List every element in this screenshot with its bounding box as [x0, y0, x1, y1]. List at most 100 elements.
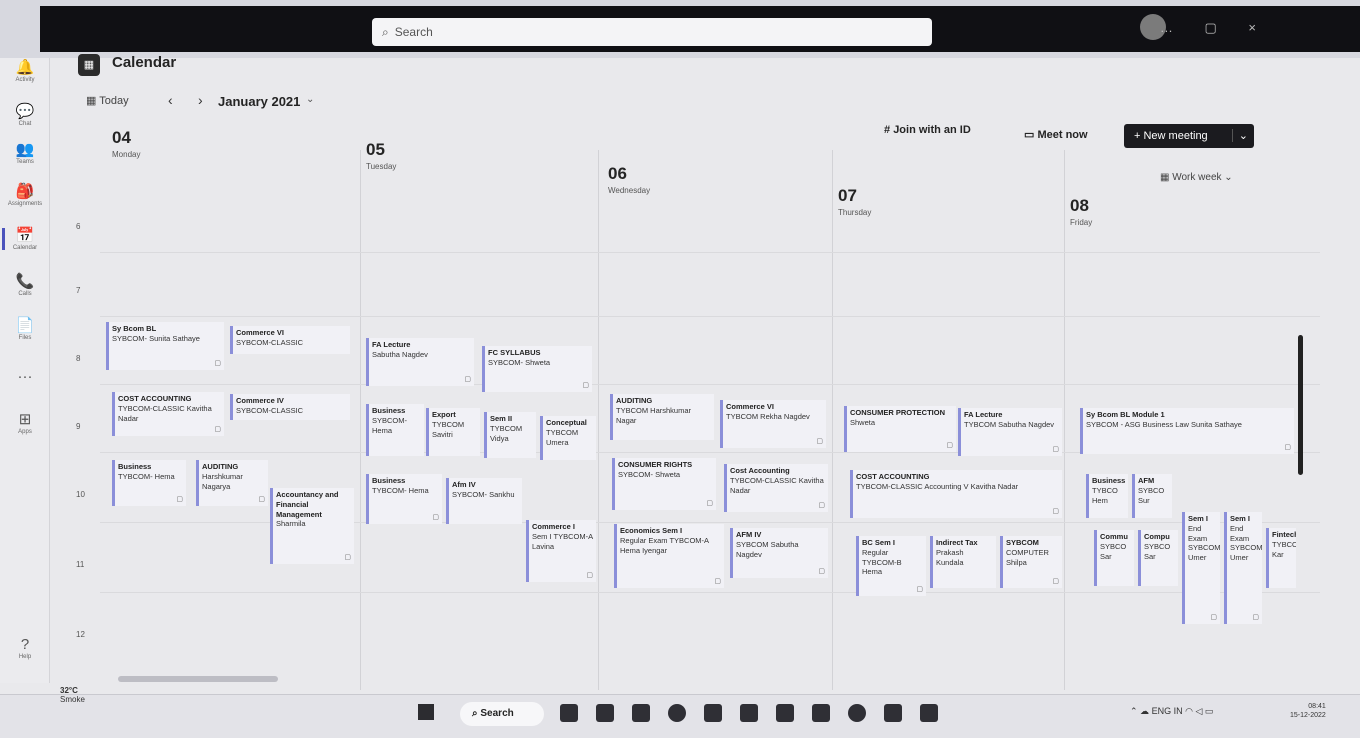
- view-switcher[interactable]: ▦ Work week ⌄: [1160, 172, 1233, 183]
- calendar-event[interactable]: Compu SYBCO Sar: [1138, 530, 1178, 586]
- calendar-event[interactable]: Commerce IV SYBCOM-CLASSIC: [230, 394, 350, 420]
- calendar-event[interactable]: Business TYBCOM- Hema ▢: [366, 474, 442, 524]
- window-controls[interactable]: … ▢ ×: [1160, 20, 1270, 36]
- day-header-friday[interactable]: 08 Friday: [1070, 196, 1092, 227]
- calendar-event[interactable]: Business SYBCOM- Hema: [366, 404, 424, 456]
- calendar-event[interactable]: AFM SYBCO Sur: [1132, 474, 1172, 518]
- teams-taskbar-icon[interactable]: [596, 704, 614, 722]
- calendar-event[interactable]: Accountancy and Financial Management Shar…: [270, 488, 354, 564]
- rail-item-calls[interactable]: 📞 Calls: [0, 272, 50, 297]
- horizontal-scrollbar[interactable]: [118, 676, 278, 682]
- day-header-thursday[interactable]: 07 Thursday: [838, 186, 871, 217]
- calendar-event[interactable]: FC SYLLABUS SYBCOM- Shweta ▢: [482, 346, 592, 392]
- calendar-event[interactable]: FA Lecture TYBCOM Sabutha Nagdev ▢: [958, 408, 1062, 456]
- event-title: AUDITING: [616, 396, 653, 405]
- calendar-event[interactable]: Indirect Tax Prakash Kundala: [930, 536, 996, 588]
- calendar-event[interactable]: AUDITING Harshkumar Nagarya ▢: [196, 460, 268, 506]
- event-title: Sy Bcom BL Module 1: [1086, 410, 1165, 419]
- taskbar-search-button[interactable]: ⌕ Search: [460, 702, 544, 726]
- calendar-event[interactable]: Sy Bcom BL Module 1 SYBCOM - ASG Business…: [1080, 408, 1294, 454]
- windows-start-icon[interactable]: [418, 704, 434, 720]
- calendar-event[interactable]: FintechTYBCOM Kar: [1266, 528, 1296, 588]
- calendar-event[interactable]: FA Lecture Sabutha Nagdev ▢: [366, 338, 474, 386]
- event-title: Afm IV: [452, 480, 476, 489]
- rail-item-apps[interactable]: ⊞ Apps: [0, 410, 50, 435]
- day-header-wednesday[interactable]: 06 Wednesday: [608, 164, 650, 195]
- event-details: End Exam SYBCOM Umer: [1188, 523, 1220, 562]
- event-title: Accountancy and Financial Management: [276, 490, 339, 519]
- event-title: SYBCOM: [1006, 538, 1039, 547]
- recurring-icon: ▢: [582, 381, 589, 389]
- rail-item-more[interactable]: ···: [0, 368, 50, 386]
- calendar-event[interactable]: Sem I End Exam SYBCOM Umer ▢: [1224, 512, 1262, 624]
- day-number: 07: [838, 186, 857, 205]
- calendar-event[interactable]: SYBCOM COMPUTER Shilpa ▢: [1000, 536, 1062, 588]
- app-rail: 🔔 Activity 💬 Chat 👥 Teams 🎒 Assignments 📅 Cal…: [0, 58, 50, 683]
- calendar-event[interactable]: Cost Accounting TYBCOM-CLASSIC Kavitha Na…: [724, 464, 828, 512]
- app-icon[interactable]: [920, 704, 938, 722]
- join-with-id-button[interactable]: # Join with an ID: [884, 124, 971, 136]
- calendar-event[interactable]: Sy Bcom BL SYBCOM- Sunita Sathaye ▢: [106, 322, 224, 370]
- calendar-event[interactable]: Export TYBCOM Savitri: [426, 408, 480, 456]
- calendar-event[interactable]: Commu SYBCO Sar: [1094, 530, 1134, 586]
- calendar-event[interactable]: Economics Sem I Regular Exam TYBCOM-A Hem…: [614, 524, 724, 588]
- app-icon[interactable]: [704, 704, 722, 722]
- store-icon[interactable]: [632, 704, 650, 722]
- calendar-event[interactable]: BC Sem I Regular TYBCOM-B Hema ▢: [856, 536, 926, 596]
- calendar-event[interactable]: Business TYBCOM- Hema ▢: [112, 460, 186, 506]
- system-tray[interactable]: ⌃ ☁ ENG IN ◠ ◁ ▭: [1130, 706, 1213, 717]
- today-button[interactable]: ▦ Today: [86, 94, 129, 107]
- calendar-event[interactable]: CONSUMER PROTECTION Shweta ▢: [844, 406, 956, 452]
- chevron-down-icon[interactable]: ⌄: [306, 94, 314, 105]
- event-title: Sem II: [490, 414, 513, 423]
- chevron-down-icon[interactable]: ⌄: [1231, 129, 1248, 142]
- app-icon[interactable]: [740, 704, 758, 722]
- calendar-event[interactable]: Afm IV SYBCOM- Sankhu: [446, 478, 522, 524]
- cloud-icon: ☁: [1140, 706, 1152, 716]
- event-title: Business: [372, 406, 406, 415]
- weather-temp: 32°C: [60, 686, 78, 695]
- calendar-event[interactable]: Sem I End Exam SYBCOM Umer ▢: [1182, 512, 1220, 624]
- calendar-event[interactable]: Commerce VI TYBCOM Rekha Nagdev ▢: [720, 400, 826, 448]
- rail-label: Assignments: [7, 201, 43, 207]
- calendar-event[interactable]: AUDITING TYBCOM Harshkumar Nagar: [610, 394, 714, 440]
- rail-item-teams[interactable]: 👥 Teams: [0, 140, 50, 165]
- chrome-icon[interactable]: [848, 704, 866, 722]
- rail-item-assignments[interactable]: 🎒 Assignments: [0, 182, 50, 207]
- calendar-event[interactable]: Business TYBCO Hem: [1086, 474, 1128, 518]
- hour-label: 6: [76, 222, 81, 231]
- rail-item-help[interactable]: ? Help: [0, 636, 50, 660]
- day-header-monday[interactable]: 04 Monday: [112, 128, 140, 159]
- weather-widget[interactable]: 32°C Smoke: [60, 686, 85, 704]
- rail-item-files[interactable]: 📄 Files: [0, 316, 50, 341]
- calendar-event[interactable]: Commerce I Sem I TYBCOM-A Lavina ▢: [526, 520, 596, 582]
- calendar-event[interactable]: Commerce VI SYBCOM-CLASSIC: [230, 326, 350, 354]
- rail-item-activity[interactable]: 🔔 Activity: [0, 58, 50, 83]
- meet-now-button[interactable]: ▭ Meet now: [1024, 128, 1088, 141]
- calendar-event[interactable]: COST ACCOUNTING TYBCOM-CLASSIC Accounting…: [850, 470, 1062, 518]
- event-details: TYBCOM Vidya: [490, 423, 523, 443]
- day-header-tuesday[interactable]: 05 Tuesday: [366, 140, 396, 171]
- app-icon[interactable]: [812, 704, 830, 722]
- new-meeting-button[interactable]: + New meeting ⌄: [1124, 124, 1254, 148]
- vertical-scrollbar[interactable]: [1298, 335, 1303, 475]
- event-details: Harshkumar Nagarya: [202, 471, 243, 491]
- app-icon[interactable]: [776, 704, 794, 722]
- next-week-button[interactable]: ›: [198, 92, 203, 108]
- rail-item-calendar[interactable]: 📅 Calendar: [0, 226, 50, 251]
- calendar-event[interactable]: CONSUMER RIGHTS SYBCOM- Shweta ▢: [612, 458, 716, 510]
- calendar-event[interactable]: Conceptual TYBCOM Umera: [540, 416, 596, 460]
- edge-icon[interactable]: [668, 704, 686, 722]
- search-input[interactable]: ⌕ Search: [372, 18, 932, 46]
- month-picker[interactable]: January 2021: [218, 94, 300, 109]
- calendar-event[interactable]: AFM IV SYBCOM Sabutha Nagdev ▢: [730, 528, 828, 578]
- file-explorer-icon[interactable]: [560, 704, 578, 722]
- calendar-event[interactable]: Sem II TYBCOM Vidya: [484, 412, 536, 458]
- calendar-event[interactable]: COST ACCOUNTING TYBCOM-CLASSIC Kavitha Na…: [112, 392, 224, 436]
- event-title: COST ACCOUNTING: [118, 394, 192, 403]
- rail-item-chat[interactable]: 💬 Chat: [0, 102, 50, 127]
- app-icon[interactable]: [884, 704, 902, 722]
- previous-week-button[interactable]: ‹: [168, 92, 173, 108]
- taskbar-clock[interactable]: 08:41 15-12-2022: [1290, 702, 1326, 720]
- event-title: Commerce IV: [236, 396, 284, 405]
